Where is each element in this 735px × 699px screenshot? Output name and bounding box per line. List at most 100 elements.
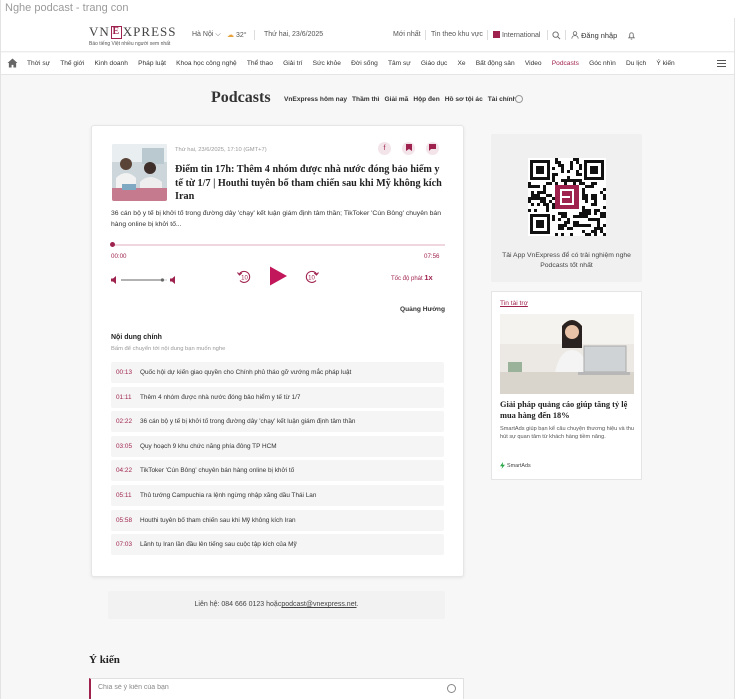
nav-item[interactable]: Giải trí [283, 60, 302, 67]
window-title: Nghe podcast - trang con [1, 0, 735, 18]
toc-item[interactable]: 05:58 Houthi tuyên bố tham chiến sau khi … [111, 509, 444, 531]
qr-code [528, 158, 606, 236]
home-icon[interactable] [7, 58, 18, 68]
bookmark-icon[interactable] [402, 142, 415, 155]
ad-image[interactable] [500, 314, 634, 394]
podcast-tab[interactable]: Hộp đen [413, 96, 439, 103]
toc-timestamp: 04:22 [116, 467, 132, 475]
toc-item[interactable]: 04:22 TikToker 'Cún Bông' chuyên bán hàng… [111, 460, 444, 482]
podcast-tab[interactable]: VnExpress hôm nay [284, 96, 347, 103]
weather: ☁ 32° [227, 32, 247, 39]
toc-timestamp: 00:13 [116, 369, 132, 376]
nav-item[interactable]: Thời sự [27, 60, 50, 67]
location-selector[interactable]: Hà Nội ⌵ [192, 31, 221, 39]
forward-10-icon[interactable]: 10 [304, 268, 320, 284]
page-title: Podcasts [211, 89, 271, 106]
nav-item[interactable]: Bất động sản [476, 60, 515, 67]
comment-input[interactable] [98, 684, 428, 691]
nav-item[interactable]: Khoa học công nghệ [176, 60, 237, 67]
current-date: Thứ hai, 23/6/2025 [264, 31, 324, 38]
nav-item[interactable]: Giáo dục [421, 60, 447, 67]
comments-heading: Ý kiến [89, 654, 120, 666]
nav-item[interactable]: Podcasts [552, 60, 579, 67]
nav-item[interactable]: Kinh doanh [95, 60, 128, 67]
current-time: 00:00 [111, 253, 127, 260]
divider [487, 30, 488, 40]
nav-item[interactable]: Pháp luật [138, 60, 166, 67]
nav-item[interactable]: Xe [458, 60, 466, 67]
chevron-right-icon[interactable] [515, 95, 523, 103]
podcast-tab[interactable]: Thầm thì [352, 96, 379, 103]
toc-item[interactable]: 00:13 Quốc hội dự kiến giao quyền cho Chí… [111, 362, 444, 383]
divider [254, 30, 255, 40]
podcast-tabs: VnExpress hôm nay Thầm thì Giải mã Hộp đen H… [284, 96, 516, 103]
volume-high-icon[interactable] [170, 276, 175, 284]
logo-wordmark: VN E XPRESS [89, 24, 177, 39]
nav-item[interactable]: Thể thao [247, 60, 273, 67]
play-icon [270, 266, 287, 286]
toc-timestamp: 03:05 [116, 442, 132, 450]
divider [565, 30, 566, 40]
international-link[interactable]: International [493, 31, 540, 39]
toc-item[interactable]: 05:11 Thủ tướng Campuchia ra lệnh ngừng n… [111, 484, 444, 506]
episode-thumbnail[interactable] [112, 144, 167, 201]
toc-item[interactable]: 02:22 36 cán bộ y tế bị khởi tố trong đườ… [111, 411, 444, 433]
nav-item[interactable]: Thế giới [60, 60, 84, 67]
rewind-10-icon[interactable]: 10 [236, 268, 252, 284]
ad-brand[interactable]: SmartAds [500, 462, 531, 469]
nav-item[interactable]: Sức khỏe [313, 60, 341, 67]
smartads-logo-icon [500, 462, 505, 469]
podcast-tab[interactable]: Giải mã [385, 96, 409, 103]
toc-text: Quy hoạch 9 khu chức năng phía đông TP H… [140, 442, 277, 450]
bell-icon[interactable] [627, 31, 636, 40]
toc-text: Lãnh tụ Iran lần đầu lên tiếng sau cuộc … [140, 541, 297, 549]
playback-speed[interactable]: Tốc độ phát 1x [391, 273, 433, 282]
nav-item[interactable]: Góc nhìn [589, 60, 616, 67]
ad-description: SmartAds giúp bạn kể câu chuyện thương h… [500, 426, 634, 441]
app-promo: Tải App VnExpress để có trải nghiệm nghe… [491, 134, 642, 282]
comment-icon[interactable] [426, 142, 439, 155]
podcast-tab[interactable]: Tài chính cá nhân [488, 96, 516, 103]
app-promo-text: Tải App VnExpress để có trải nghiệm nghe… [502, 252, 631, 269]
user-icon [571, 31, 579, 39]
nav-item[interactable]: Video [525, 60, 542, 67]
progress-bar[interactable] [110, 242, 445, 247]
nav-item[interactable]: Ý kiến [656, 60, 674, 67]
nav-item[interactable]: Du lịch [626, 60, 646, 67]
ad-title[interactable]: Giải pháp quảng cáo giúp tăng tỷ lệ mua … [500, 400, 636, 421]
volume-low-icon[interactable] [111, 276, 116, 284]
toc-timestamp: 05:11 [116, 491, 132, 499]
contact-email-link[interactable]: podcast@vnexpress.net [281, 601, 356, 608]
international-icon [493, 31, 500, 38]
facebook-share-icon[interactable]: f [378, 142, 391, 155]
ad-label[interactable]: Tin tài trợ [500, 300, 528, 307]
toc-item[interactable]: 03:05 Quy hoạch 9 khu chức năng phía đông… [111, 435, 444, 457]
toc-list: 00:13 Quốc hội dự kiến giao quyền cho Chí… [111, 362, 444, 559]
category-nav: Thời sự Thế giới Kinh doanh Pháp luật Khoa h… [1, 53, 734, 75]
latest-link[interactable]: Mới nhất [393, 31, 421, 38]
vnexpress-logo[interactable]: VN E XPRESS Báo tiếng Việt nhiều người xem… [89, 24, 181, 48]
toc-item[interactable]: 07:03 Lãnh tụ Iran lần đầu lên tiếng sau … [111, 534, 444, 556]
top-header: VN E XPRESS Báo tiếng Việt nhiều người xem… [1, 18, 734, 52]
play-button[interactable] [267, 265, 289, 287]
emoji-icon[interactable] [447, 684, 456, 693]
nav-list: Thời sự Thế giới Kinh doanh Pháp luật Khoa h… [27, 60, 685, 67]
toc-hint: Bấm để chuyển tới nội dung bạn muốn nghe [111, 346, 226, 352]
toc-timestamp: 02:22 [116, 418, 132, 426]
regional-news-link[interactable]: Tin theo khu vực [431, 31, 483, 38]
volume-control[interactable] [111, 272, 179, 284]
toc-text: TikToker 'Cún Bông' chuyên bán hàng onli… [140, 467, 295, 475]
menu-icon[interactable] [717, 60, 726, 67]
sponsored-ad[interactable]: Tin tài trợ Giải pháp quảng cáo giúp tăn… [491, 291, 642, 480]
search-icon[interactable] [552, 31, 561, 40]
login-button[interactable]: Đăng nhập [571, 31, 617, 40]
toc-item[interactable]: 01:11 Thêm 4 nhóm được nhà nước đóng bảo … [111, 386, 444, 408]
toc-text: Houthi tuyên bố tham chiến sau khi Mỹ kh… [140, 516, 296, 524]
podcast-tab[interactable]: Hồ sơ tội ác [445, 96, 483, 103]
toc-timestamp: 07:03 [116, 541, 132, 549]
nav-item[interactable]: Tâm sự [388, 60, 411, 67]
nav-item[interactable]: Đời sống [351, 60, 378, 67]
episode-title[interactable]: Điểm tin 17h: Thêm 4 nhóm được nhà nước … [175, 163, 445, 204]
progress-handle[interactable] [110, 242, 115, 247]
episode-author: Quảng Hưởng [400, 306, 445, 313]
